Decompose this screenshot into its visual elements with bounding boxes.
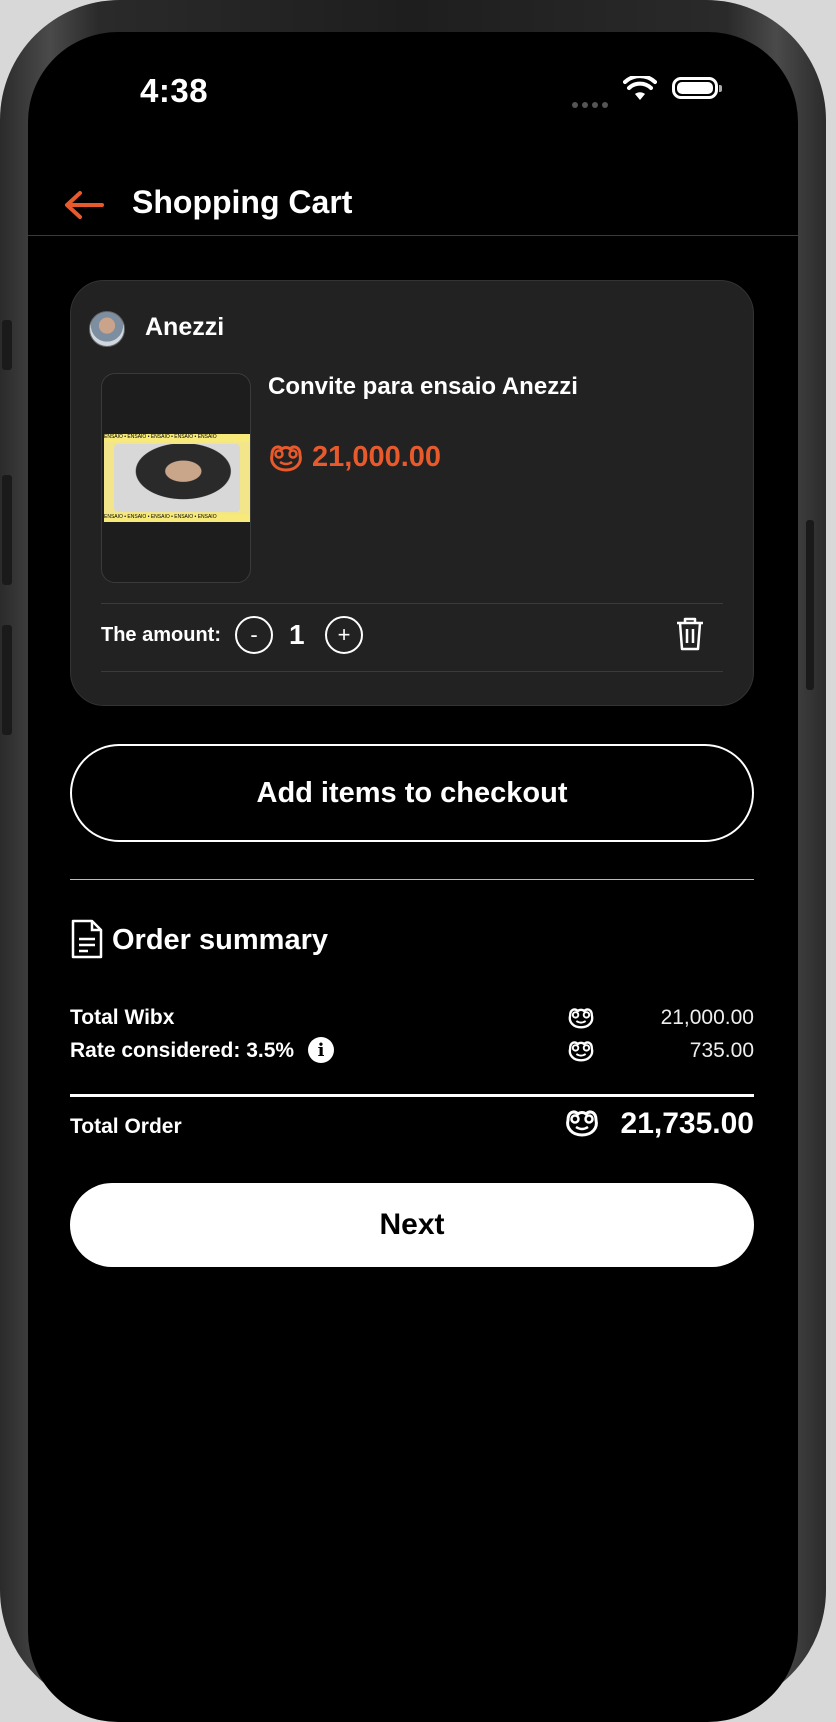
card-divider: [101, 603, 723, 604]
card-divider: [101, 671, 723, 672]
volume-up-button: [2, 475, 12, 585]
power-button: [806, 520, 814, 690]
seller-avatar: [89, 311, 125, 347]
mute-switch: [2, 320, 12, 370]
thumb-band-bottom: ENSAIO • ENSAIO • ENSAIO • ENSAIO • ENSA…: [104, 514, 250, 522]
add-items-to-checkout-button[interactable]: Add items to checkout: [70, 744, 754, 842]
info-icon[interactable]: i: [308, 1037, 334, 1063]
thumb-band-top: ENSAIO • ENSAIO • ENSAIO • ENSAIO • ENSA…: [104, 434, 250, 442]
product-photo: [114, 444, 240, 512]
summary-row-total-wibx: Total Wibx 21,000.00: [70, 1006, 754, 1036]
volume-down-button: [2, 625, 12, 735]
decrease-quantity-button[interactable]: -: [235, 616, 273, 654]
total-order-label: Total Order: [70, 1115, 182, 1138]
summary-label: Rate considered: 3.5%: [70, 1039, 295, 1062]
trash-icon[interactable]: [675, 616, 705, 652]
total-divider: [70, 1094, 754, 1097]
summary-value: 735.00: [689, 1039, 754, 1062]
seller-name: Anezzi: [145, 313, 225, 341]
summary-row-rate: Rate considered: 3.5% i 735.00: [70, 1037, 754, 1069]
wibx-coin-icon: [568, 1041, 594, 1062]
section-divider: [70, 879, 754, 880]
wibx-coin-icon: [566, 1110, 598, 1137]
amount-label: The amount:: [101, 624, 221, 646]
wibx-coin-icon: [568, 1008, 594, 1029]
cart-item-card: Anezzi ENSAIO • ENSAIO • ENSAIO • ENSAIO…: [70, 280, 754, 706]
product-price: 21,000.00: [312, 441, 442, 473]
document-icon: [71, 919, 103, 959]
summary-value: 21,000.00: [660, 1006, 754, 1029]
product-price-row: 21,000.00: [268, 441, 441, 474]
summary-label: Total Wibx: [70, 1006, 175, 1029]
product-thumbnail[interactable]: ENSAIO • ENSAIO • ENSAIO • ENSAIO • ENSA…: [101, 373, 251, 583]
status-time: 4:38: [140, 72, 209, 109]
order-summary-title: Order summary: [112, 924, 328, 956]
cellular-signal-icon: [572, 95, 612, 108]
page-title: Shopping Cart: [132, 184, 353, 220]
wibx-coin-icon: [270, 445, 302, 472]
back-arrow-icon[interactable]: [62, 188, 106, 222]
header-divider: [28, 235, 798, 236]
app-screen: 4:38 Shopping Cart Anezzi ENSAIO • ENSAI…: [28, 32, 798, 1722]
next-button[interactable]: Next: [70, 1183, 754, 1267]
product-image: ENSAIO • ENSAIO • ENSAIO • ENSAIO • ENSA…: [104, 434, 250, 522]
product-title: Convite para ensaio Anezzi: [268, 373, 578, 400]
battery-icon: [672, 77, 722, 99]
quantity-value: 1: [289, 619, 305, 650]
total-order-value: 21,735.00: [620, 1107, 754, 1140]
increase-quantity-button[interactable]: +: [325, 616, 363, 654]
wifi-icon: [623, 76, 657, 100]
